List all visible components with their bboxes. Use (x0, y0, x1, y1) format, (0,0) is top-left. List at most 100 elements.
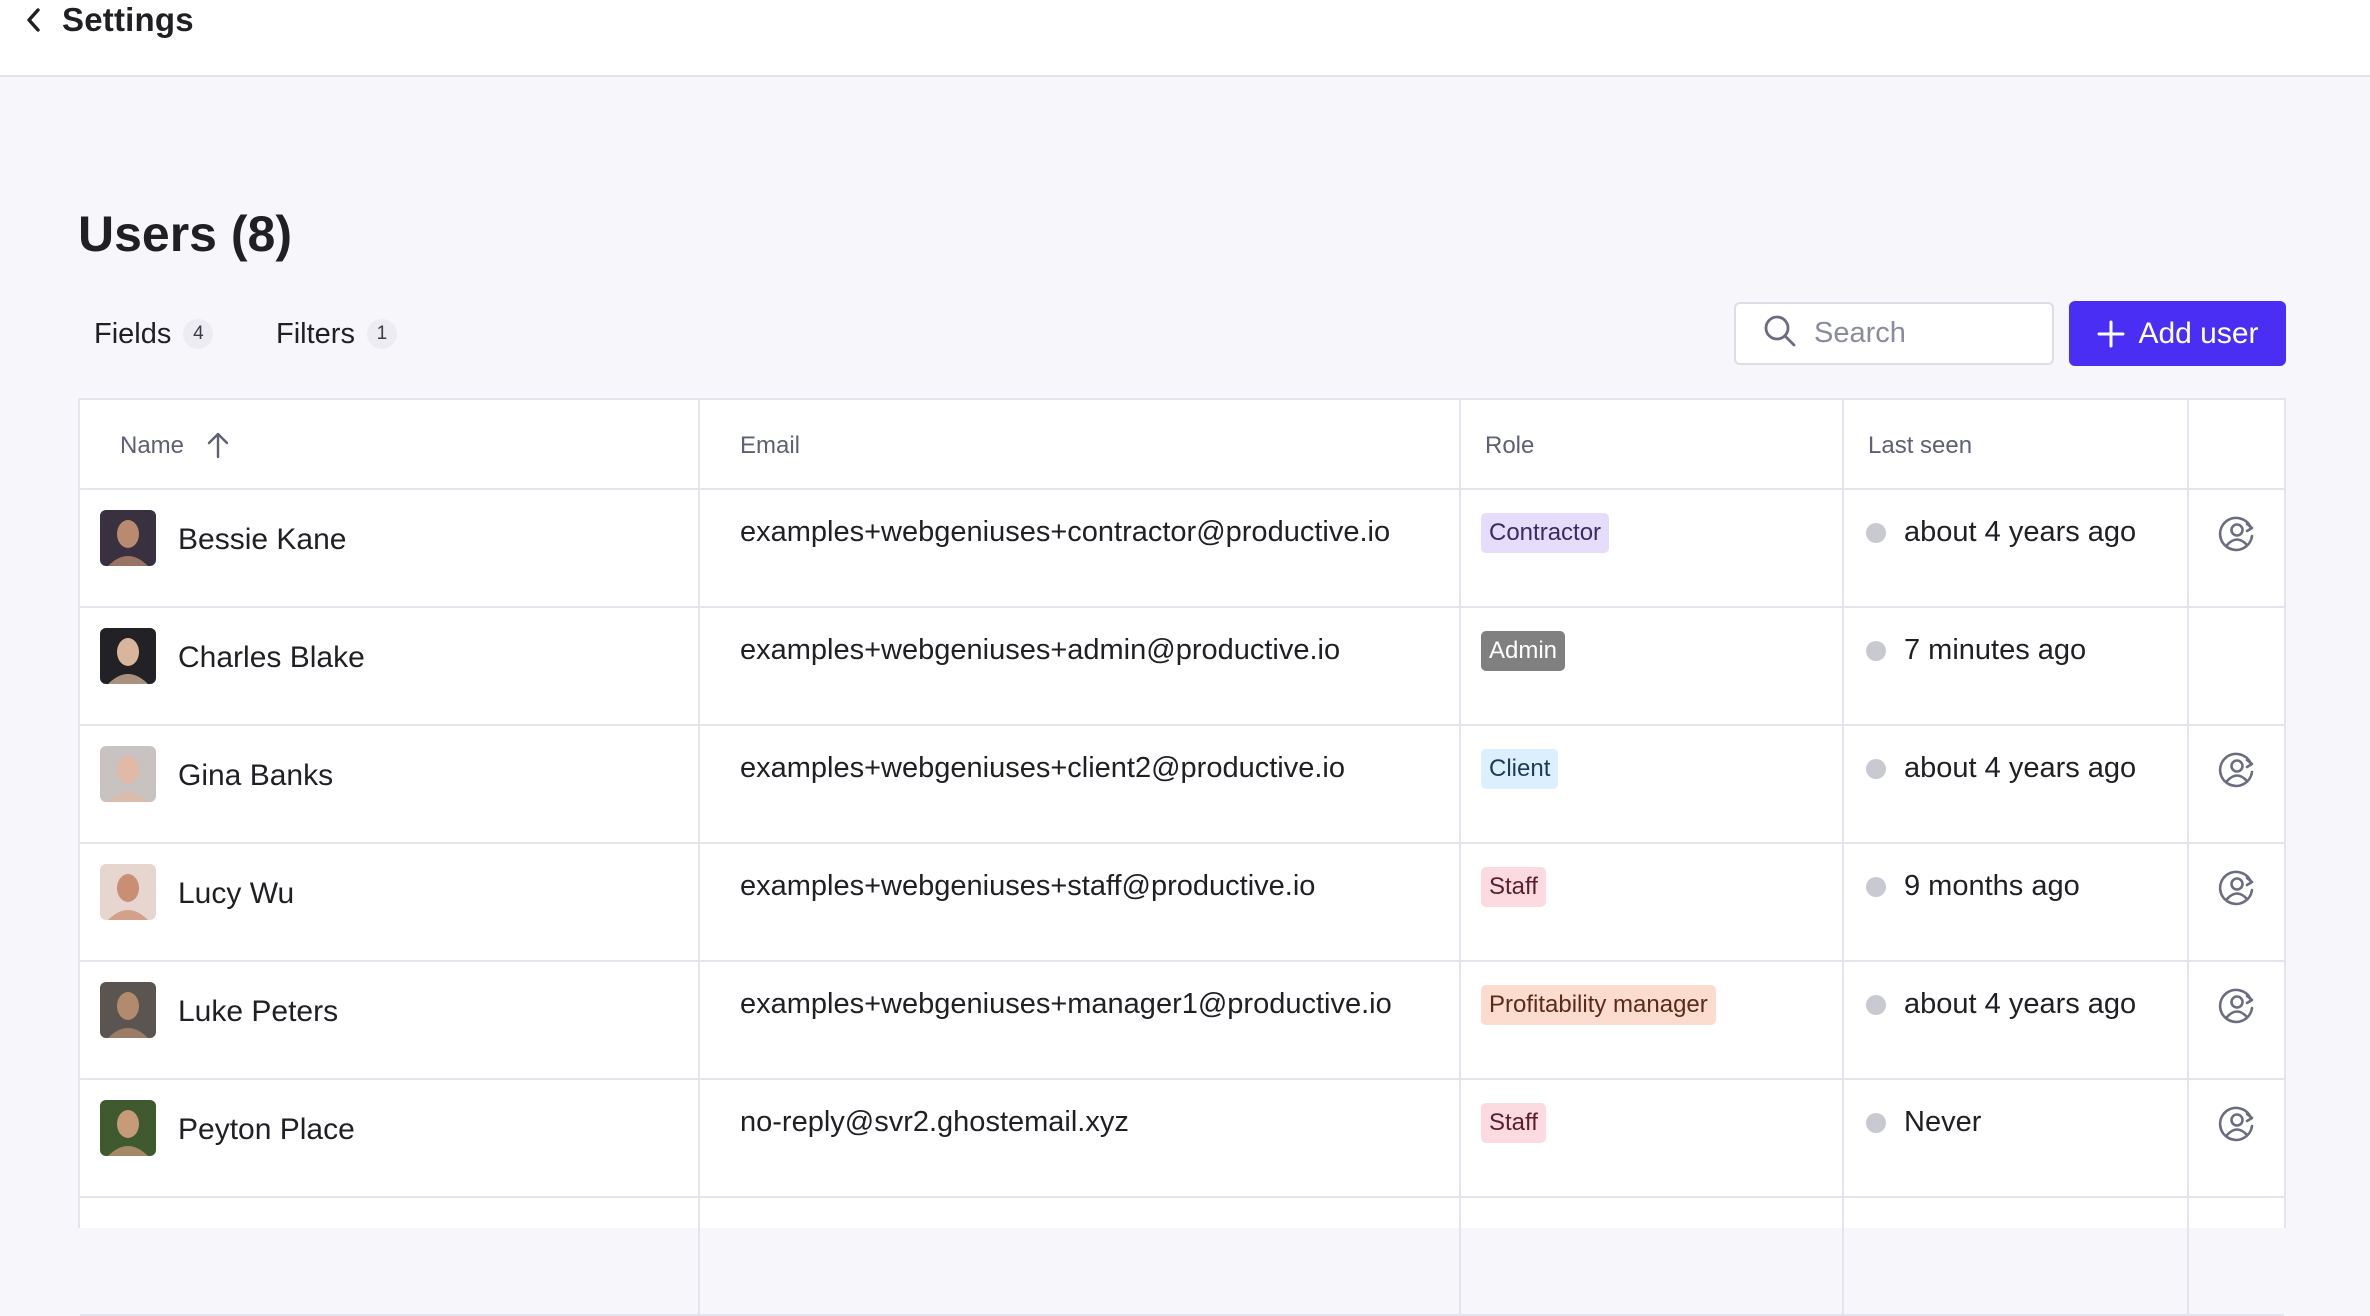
user-swap-icon[interactable] (2217, 750, 2257, 795)
search-box[interactable] (1734, 302, 2054, 365)
cell-role: Staff (1461, 1080, 1844, 1196)
cell-last-seen: Never (1844, 1080, 2189, 1196)
column-name-label: Name (120, 432, 185, 459)
cell-name: Peyton Place (80, 1080, 700, 1196)
avatar (100, 746, 156, 802)
column-email-label: Email (740, 432, 801, 459)
cell-actions (2189, 490, 2284, 606)
user-swap-icon[interactable] (2217, 986, 2257, 1031)
status-dot (1866, 995, 1886, 1015)
table-row[interactable]: Bessie Kane examples+webgeniuses+contract… (80, 490, 2284, 608)
table-header-row: Name Email Role Last seen (80, 400, 2284, 490)
status-dot (1866, 641, 1886, 661)
user-name[interactable]: Peyton Place (178, 1113, 355, 1147)
cell-last-seen: about 4 years ago (1844, 490, 2189, 606)
user-name[interactable]: Lucy Wu (178, 877, 294, 911)
cell-email: examples+webgeniuses+admin@productive.io (700, 608, 1461, 724)
last-seen-text: Never (1904, 1106, 1982, 1138)
cell-actions (2189, 962, 2284, 1078)
status-dot (1866, 1113, 1886, 1133)
cell-name: Lucy Wu (80, 844, 700, 960)
user-swap-icon[interactable] (2217, 1104, 2257, 1149)
user-email: no-reply@svr2.ghostemail.xyz (740, 1106, 1129, 1138)
cell-last-seen: about 4 years ago (1844, 726, 2189, 842)
last-seen-text: 7 minutes ago (1904, 634, 2087, 666)
column-header-name[interactable]: Name (80, 400, 700, 488)
cell-last-seen: 7 minutes ago (1844, 608, 2189, 724)
user-email: examples+webgeniuses+admin@productive.io (740, 634, 1341, 666)
user-swap-icon[interactable] (2217, 514, 2257, 559)
filters-label: Filters (276, 317, 355, 350)
table-row[interactable]: Luke Peters examples+webgeniuses+manager1… (80, 962, 2284, 1080)
cell-last-seen (1844, 1198, 2189, 1314)
status-dot (1866, 759, 1886, 779)
cell-role (1461, 1198, 1844, 1314)
user-email: examples+webgeniuses+staff@productive.io (740, 870, 1316, 902)
filters-button[interactable]: Filters 1 (276, 314, 397, 354)
avatar (100, 1100, 156, 1156)
back-label: Settings (62, 1, 194, 38)
table-row[interactable]: Gina Banks examples+webgeniuses+client2@p… (80, 726, 2284, 844)
cell-last-seen: about 4 years ago (1844, 962, 2189, 1078)
table-row[interactable]: Charles Blake examples+webgeniuses+admin@… (80, 608, 2284, 726)
user-email: examples+webgeniuses+manager1@productive… (740, 988, 1392, 1020)
avatar (100, 510, 156, 566)
add-user-label: Add user (2138, 316, 2259, 350)
user-name[interactable]: Gina Banks (178, 759, 333, 793)
column-header-actions (2189, 400, 2284, 488)
table-row-partial (80, 1198, 2284, 1316)
user-name[interactable]: Luke Peters (178, 995, 338, 1029)
status-dot (1866, 877, 1886, 897)
cell-name: Bessie Kane (80, 490, 700, 606)
cell-name (80, 1198, 700, 1314)
back-button[interactable]: Settings (22, 0, 194, 40)
search-input[interactable] (1814, 317, 2034, 350)
cell-role: Admin (1461, 608, 1844, 724)
page-title: Users (8) (78, 206, 292, 262)
user-name[interactable]: Charles Blake (178, 641, 365, 675)
role-badge: Client (1481, 749, 1559, 789)
user-email: examples+webgeniuses+contractor@producti… (740, 516, 1391, 548)
column-header-email[interactable]: Email (700, 400, 1461, 488)
cell-role: Profitability manager (1461, 962, 1844, 1078)
table-row[interactable]: Lucy Wu examples+webgeniuses+staff@produc… (80, 844, 2284, 962)
cell-role: Client (1461, 726, 1844, 842)
role-badge: Staff (1481, 867, 1546, 907)
fields-button[interactable]: Fields 4 (94, 314, 214, 354)
last-seen-text: 9 months ago (1904, 870, 2080, 902)
cell-name: Gina Banks (80, 726, 700, 842)
cell-actions (2189, 1198, 2284, 1314)
last-seen-text: about 4 years ago (1904, 988, 2137, 1020)
role-badge: Staff (1481, 1103, 1546, 1143)
cell-actions (2189, 844, 2284, 960)
avatar (100, 628, 156, 684)
users-table: Name Email Role Last seen Bessie Kane exa… (78, 398, 2286, 1316)
column-role-label: Role (1485, 432, 1535, 459)
column-last-seen-label: Last seen (1868, 432, 1973, 459)
table-row[interactable]: Peyton Place no-reply@svr2.ghostemail.xyz… (80, 1080, 2284, 1198)
column-header-last-seen[interactable]: Last seen (1844, 400, 2189, 488)
role-badge: Contractor (1481, 513, 1610, 553)
last-seen-text: about 4 years ago (1904, 752, 2137, 784)
column-header-role[interactable]: Role (1461, 400, 1844, 488)
add-user-button[interactable]: Add user (2069, 301, 2286, 366)
cell-role: Staff (1461, 844, 1844, 960)
avatar (100, 982, 156, 1038)
search-icon (1762, 313, 1798, 354)
sort-ascending-icon[interactable] (204, 430, 232, 465)
cell-actions (2189, 1080, 2284, 1196)
role-badge: Admin (1481, 631, 1566, 671)
chevron-left-icon (22, 8, 46, 32)
filters-count-badge: 1 (366, 319, 397, 349)
cell-email: examples+webgeniuses+client2@productive.… (700, 726, 1461, 842)
cell-name: Luke Peters (80, 962, 700, 1078)
user-swap-icon[interactable] (2217, 868, 2257, 913)
user-email: examples+webgeniuses+client2@productive.… (740, 752, 1345, 784)
user-name[interactable]: Bessie Kane (178, 523, 346, 557)
fields-label: Fields (94, 317, 172, 350)
cell-email: examples+webgeniuses+contractor@producti… (700, 490, 1461, 606)
top-bar: Settings (0, 0, 2370, 77)
cell-name: Charles Blake (80, 608, 700, 724)
cell-actions (2189, 608, 2284, 724)
cell-role: Contractor (1461, 490, 1844, 606)
